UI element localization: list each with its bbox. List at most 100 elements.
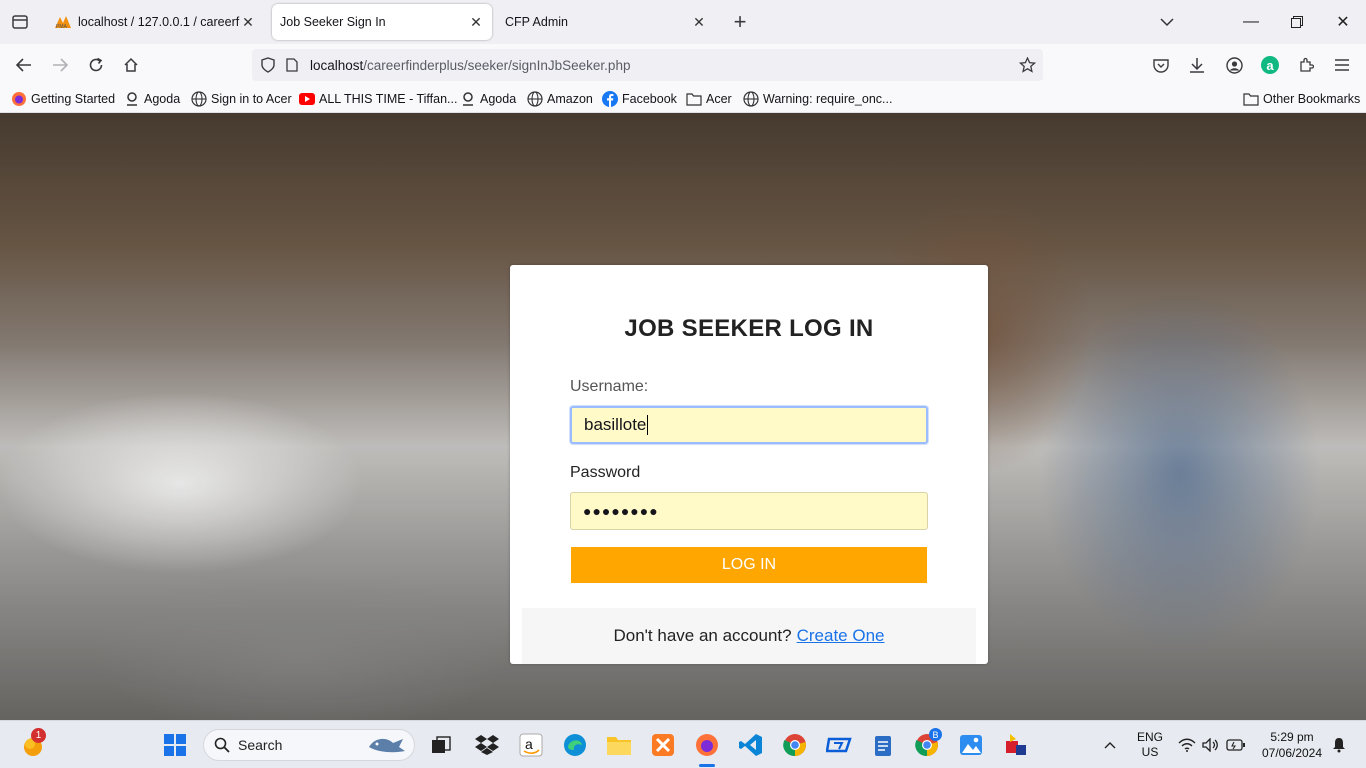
bookmark-all-this-time[interactable]: ALL THIS TIME - Tiffan... bbox=[299, 90, 457, 108]
pocket-icon[interactable] bbox=[1145, 49, 1177, 81]
password-mask: ●●●●●●●● bbox=[583, 503, 659, 519]
edge-icon[interactable] bbox=[559, 729, 591, 761]
tab-cfp-admin[interactable]: CFP Admin ✕ bbox=[497, 4, 715, 40]
page-title: JOB SEEKER LOG IN bbox=[624, 315, 874, 342]
photos-icon[interactable] bbox=[955, 729, 987, 761]
app-installer-icon[interactable] bbox=[999, 729, 1031, 761]
menu-icon[interactable] bbox=[1326, 49, 1358, 81]
window-close-icon[interactable]: ✕ bbox=[1320, 0, 1366, 44]
page-info-icon[interactable] bbox=[282, 58, 302, 72]
agoda-icon bbox=[460, 91, 476, 107]
reload-icon[interactable] bbox=[80, 49, 112, 81]
search-placeholder: Search bbox=[238, 737, 283, 753]
notepad-icon[interactable] bbox=[867, 729, 899, 761]
tab-job-seeker-sign-in[interactable]: Job Seeker Sign In ✕ bbox=[272, 4, 492, 40]
tab-close-icon[interactable]: ✕ bbox=[468, 14, 484, 30]
bookmark-facebook[interactable]: Facebook bbox=[602, 90, 677, 108]
tab-list-icon[interactable] bbox=[4, 6, 36, 38]
bookmark-folder-acer[interactable]: Acer bbox=[686, 90, 732, 108]
text-caret bbox=[647, 415, 649, 435]
home-icon[interactable] bbox=[115, 49, 147, 81]
folder-icon bbox=[686, 91, 702, 107]
bookmark-warning[interactable]: Warning: require_onc... bbox=[743, 90, 892, 108]
language-code: ENG bbox=[1136, 730, 1163, 744]
downloads-icon[interactable] bbox=[1181, 49, 1213, 81]
notification-bell-icon[interactable] bbox=[1330, 736, 1348, 754]
language-indicator[interactable]: ENG US bbox=[1134, 730, 1166, 760]
task-view-icon[interactable] bbox=[425, 729, 457, 761]
taskbar-search-box[interactable]: Search bbox=[203, 729, 415, 761]
tab-title: CFP Admin bbox=[505, 15, 568, 29]
youtube-icon bbox=[299, 91, 315, 107]
clock-date: 07/06/2024 bbox=[1261, 746, 1323, 760]
address-bar[interactable]: localhost/careerfinderplus/seeker/signIn… bbox=[252, 49, 1043, 81]
other-bookmarks[interactable]: Other Bookmarks bbox=[1243, 90, 1360, 108]
chrome-profile-badge: B bbox=[929, 728, 942, 741]
page-content: JOB SEEKER LOG IN Username: basillote Pa… bbox=[0, 113, 1366, 720]
volume-icon[interactable] bbox=[1202, 736, 1220, 754]
tab-phpmyadmin[interactable]: PMA localhost / 127.0.0.1 / careerfinder… bbox=[46, 4, 264, 40]
bookmark-agoda-2[interactable]: Agoda bbox=[460, 90, 516, 108]
other-bookmarks-label: Other Bookmarks bbox=[1263, 92, 1361, 106]
new-tab-icon[interactable]: + bbox=[724, 6, 756, 38]
file-explorer-icon[interactable] bbox=[603, 729, 635, 761]
username-label: Username: bbox=[570, 378, 649, 395]
account-icon[interactable] bbox=[1218, 49, 1250, 81]
login-button[interactable]: LOG IN bbox=[571, 547, 927, 583]
tab-title: localhost / 127.0.0.1 / careerfinderplus bbox=[78, 15, 240, 29]
url-text: localhost/careerfinderplus/seeker/signIn… bbox=[310, 58, 630, 73]
chrome-icon[interactable] bbox=[779, 729, 811, 761]
windows-start-icon[interactable] bbox=[159, 729, 191, 761]
xampp-icon[interactable] bbox=[647, 729, 679, 761]
vscode-icon[interactable] bbox=[735, 729, 767, 761]
password-input[interactable]: ●●●●●●●● bbox=[570, 492, 928, 530]
url-path: /careerfinderplus/seeker/signInJbSeeker.… bbox=[363, 57, 631, 73]
minimize-icon[interactable]: — bbox=[1228, 0, 1274, 44]
create-account-link[interactable]: Create One bbox=[797, 626, 885, 646]
bookmark-sign-in-to-acer[interactable]: Sign in to Acer bbox=[191, 90, 292, 108]
folder-icon bbox=[1243, 91, 1259, 107]
shield-icon[interactable] bbox=[254, 57, 282, 73]
url-host: localhost bbox=[310, 57, 364, 73]
bookmark-label: Acer bbox=[706, 92, 732, 106]
dropbox-icon[interactable] bbox=[471, 729, 503, 761]
amazon-app-icon[interactable]: a bbox=[515, 729, 547, 761]
browser-nav-bar: localhost/careerfinderplus/seeker/signIn… bbox=[0, 44, 1366, 86]
globe-icon bbox=[191, 91, 207, 107]
tab-close-icon[interactable]: ✕ bbox=[691, 14, 707, 30]
chevron-down-icon[interactable] bbox=[1151, 6, 1183, 38]
clock-time: 5:29 pm bbox=[1270, 730, 1314, 744]
extensions-icon[interactable] bbox=[1290, 49, 1322, 81]
bookmark-agoda[interactable]: Agoda bbox=[124, 90, 180, 108]
bookmark-star-icon[interactable] bbox=[1017, 57, 1037, 73]
bookmark-label: Agoda bbox=[480, 92, 517, 106]
profile-letter: a bbox=[1261, 56, 1279, 74]
remote-app-icon[interactable] bbox=[823, 729, 855, 761]
active-app-indicator bbox=[699, 764, 715, 767]
firefox-taskbar-icon[interactable] bbox=[691, 729, 723, 761]
restore-icon[interactable] bbox=[1274, 0, 1320, 44]
search-icon bbox=[214, 737, 230, 753]
tab-close-icon[interactable]: ✕ bbox=[240, 14, 256, 30]
svg-text:PMA: PMA bbox=[56, 24, 68, 29]
globe-icon bbox=[743, 91, 759, 107]
wifi-icon[interactable] bbox=[1178, 736, 1196, 754]
clock[interactable]: 5:29 pm 07/06/2024 bbox=[1252, 729, 1332, 761]
forward-icon[interactable] bbox=[44, 49, 76, 81]
login-card: JOB SEEKER LOG IN Username: basillote Pa… bbox=[510, 265, 988, 664]
username-value: basillote bbox=[584, 415, 647, 434]
bookmark-getting-started[interactable]: Getting Started bbox=[11, 90, 115, 108]
tray-chevron-up-icon[interactable] bbox=[1101, 737, 1119, 753]
firefox-icon bbox=[11, 91, 27, 107]
bookmark-label: Sign in to Acer bbox=[211, 92, 292, 106]
username-input[interactable]: basillote bbox=[570, 406, 928, 444]
phpmyadmin-icon: PMA bbox=[54, 15, 72, 29]
profile-avatar-icon[interactable]: a bbox=[1254, 49, 1286, 81]
back-icon[interactable] bbox=[8, 49, 40, 81]
battery-icon[interactable] bbox=[1226, 736, 1246, 754]
tab-title: Job Seeker Sign In bbox=[280, 15, 386, 29]
bookmarks-toolbar: Getting Started Agoda Sign in to Acer AL… bbox=[0, 86, 1366, 113]
bookmark-amazon[interactable]: Amazon bbox=[527, 90, 593, 108]
facebook-icon bbox=[602, 91, 618, 107]
svg-text:a: a bbox=[525, 736, 533, 752]
